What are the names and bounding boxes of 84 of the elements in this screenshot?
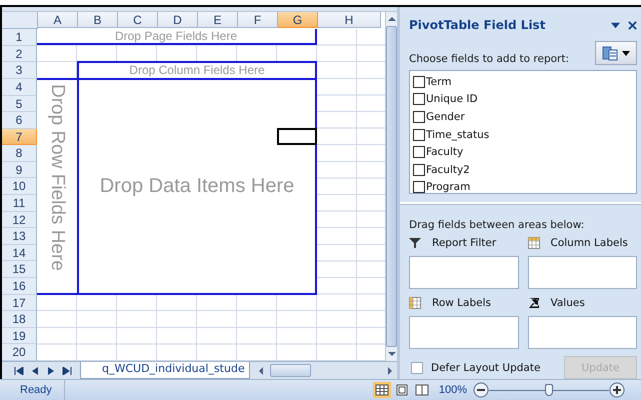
zoom-in-icon[interactable] xyxy=(609,382,625,398)
first-sheet-icon[interactable] xyxy=(14,366,24,374)
row-grid-icon xyxy=(409,297,421,309)
row-header[interactable]: 8 xyxy=(2,145,37,162)
area-label: Column Labels xyxy=(550,237,628,249)
row-header[interactable]: 12 xyxy=(2,212,37,228)
close-icon[interactable] xyxy=(628,20,637,30)
row-header[interactable]: 6 xyxy=(2,112,37,129)
sigma-icon xyxy=(528,297,540,309)
field-checkbox[interactable] xyxy=(413,181,425,194)
row-fields-drop-zone: Drop Row Fields Here xyxy=(37,78,79,296)
field-layout-icon xyxy=(602,45,618,61)
field-checkbox[interactable] xyxy=(413,110,425,123)
layout-button[interactable] xyxy=(595,41,637,65)
column-header[interactable]: B xyxy=(78,12,118,28)
row-header[interactable]: 18 xyxy=(2,311,37,328)
vertical-scrollbar[interactable] xyxy=(385,12,397,361)
field-checkbox[interactable] xyxy=(413,164,425,176)
left-arrow-icon[interactable] xyxy=(258,366,264,374)
row-header[interactable]: 2 xyxy=(2,46,37,62)
page-fields-drop-zone: Drop Page Fields Here xyxy=(37,29,317,46)
area-label: Report Filter xyxy=(432,237,496,249)
row-header[interactable]: 11 xyxy=(2,195,37,212)
dropdown-arrow-icon[interactable] xyxy=(611,20,620,30)
field-name[interactable]: Time_status xyxy=(426,128,490,141)
right-arrow-icon[interactable] xyxy=(387,366,393,374)
zoom-slider-thumb[interactable] xyxy=(545,384,553,396)
page-break-icon[interactable] xyxy=(412,382,431,398)
field-name[interactable]: Faculty2 xyxy=(426,164,470,176)
worksheet-grid[interactable]: A B C D E F G H 1 2 3 4 5 6 7 8 9 10 11 12 13 14 15 16 17 18 19 20 Drop Page Fields Here Drop Column Fields Here Drop Row Fields Here Drop Data Items Here xyxy=(2,12,385,361)
field-checkbox[interactable] xyxy=(413,128,425,141)
filter-icon xyxy=(409,237,421,249)
zoom-out-icon[interactable] xyxy=(473,382,489,398)
defer-label[interactable]: Defer Layout Update xyxy=(431,362,564,374)
field-checkbox[interactable] xyxy=(413,146,425,158)
column-header[interactable]: A xyxy=(38,12,78,28)
row-header[interactable]: 4 xyxy=(2,78,37,96)
areas-prompt: Drag fields between areas below: xyxy=(409,219,586,231)
fields-prompt: Choose fields to add to report: xyxy=(409,53,570,65)
status-text: Ready xyxy=(19,384,53,396)
normal-view-icon[interactable] xyxy=(372,382,391,398)
row-header[interactable]: 16 xyxy=(2,278,37,295)
row-header[interactable]: 15 xyxy=(2,261,37,278)
next-sheet-icon[interactable] xyxy=(46,366,56,374)
field-name[interactable]: Unique ID xyxy=(426,93,478,106)
zoom-level[interactable]: 100% xyxy=(438,384,467,396)
field-name[interactable]: Term xyxy=(426,76,452,88)
column-header[interactable]: H xyxy=(318,12,381,28)
column-fields-drop-zone: Drop Column Fields Here xyxy=(77,61,317,80)
last-sheet-icon[interactable] xyxy=(62,366,72,374)
column-header[interactable]: D xyxy=(158,12,198,28)
field-name[interactable]: Program xyxy=(426,181,470,194)
sheet-tab[interactable]: q_WCUD_individual_stude xyxy=(80,362,250,379)
field-name[interactable]: Gender xyxy=(426,110,465,123)
field-checkbox[interactable] xyxy=(413,93,425,106)
row-header[interactable]: 7 xyxy=(2,128,37,146)
column-header[interactable]: F xyxy=(238,12,278,28)
column-header[interactable]: E xyxy=(198,12,238,28)
row-header[interactable]: 14 xyxy=(2,244,37,262)
row-header[interactable]: 17 xyxy=(2,294,37,312)
active-cell[interactable] xyxy=(277,128,317,146)
panel-title: PivotTable Field List xyxy=(409,18,546,32)
row-header[interactable]: 3 xyxy=(2,62,37,79)
row-header[interactable]: 20 xyxy=(2,344,37,361)
column-header[interactable]: C xyxy=(118,12,158,28)
row-header[interactable]: 10 xyxy=(2,178,37,196)
field-name[interactable]: Faculty xyxy=(426,146,464,158)
row-header[interactable]: 9 xyxy=(2,162,37,178)
down-arrow-icon[interactable] xyxy=(388,351,396,357)
zoom-slider[interactable] xyxy=(489,382,609,398)
area-label: Row Labels xyxy=(432,297,491,309)
row-header[interactable]: 1 xyxy=(2,29,37,46)
row-header[interactable]: 5 xyxy=(2,96,37,112)
defer-checkbox[interactable] xyxy=(411,362,423,374)
row-header[interactable]: 19 xyxy=(2,328,37,344)
area-label: Values xyxy=(550,297,585,309)
caret-icon xyxy=(622,50,630,56)
column-header[interactable]: G xyxy=(278,12,318,28)
row-header[interactable]: 13 xyxy=(2,228,37,245)
field-checkbox[interactable] xyxy=(413,76,425,88)
up-arrow-icon[interactable] xyxy=(388,16,396,22)
column-grid-icon xyxy=(528,237,540,249)
data-items-drop-zone: Drop Data Items Here xyxy=(77,78,317,296)
previous-sheet-icon[interactable] xyxy=(30,366,40,374)
